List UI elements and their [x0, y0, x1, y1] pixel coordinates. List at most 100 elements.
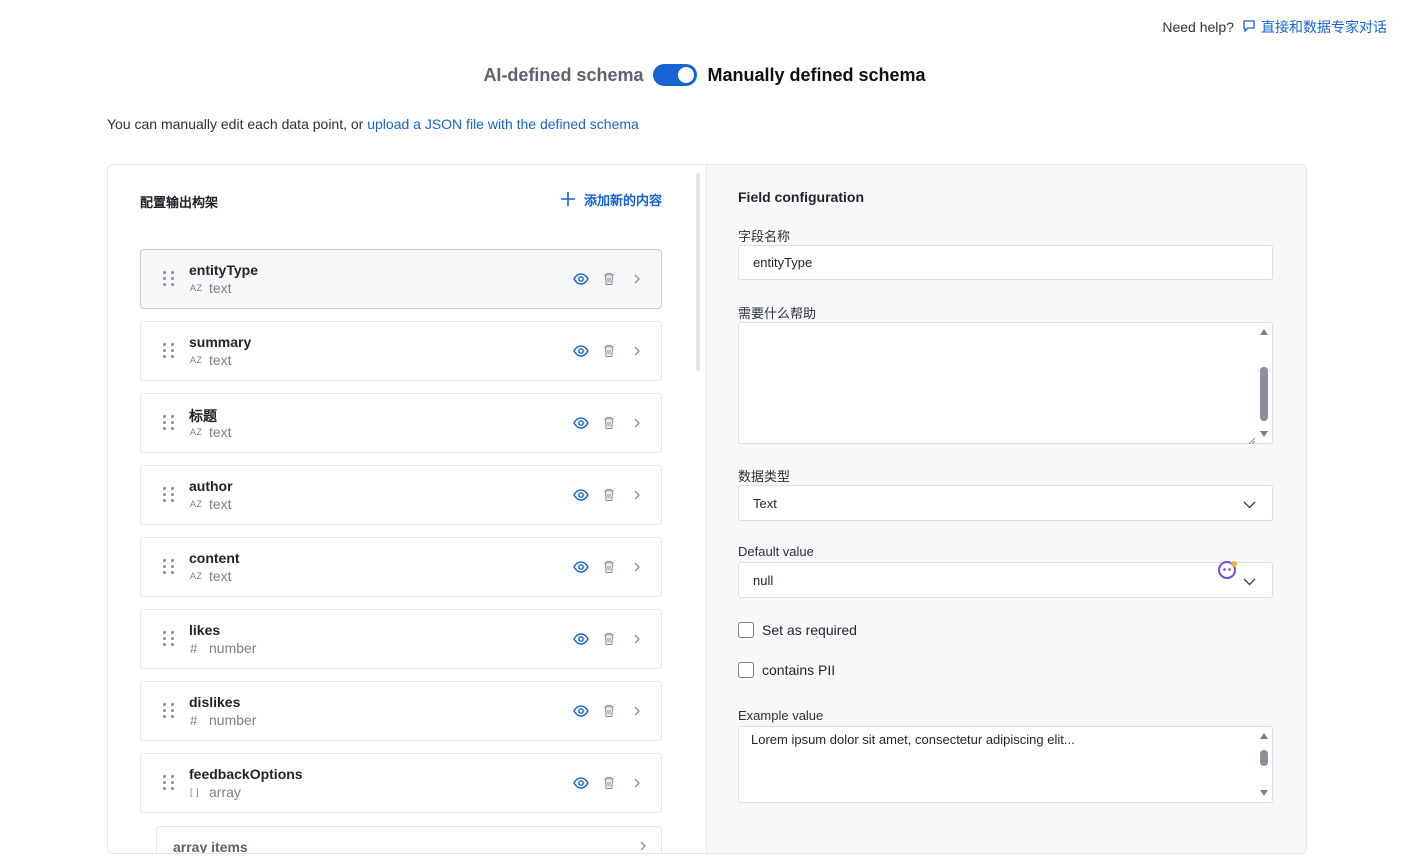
data-type-select[interactable]: Text [738, 485, 1273, 521]
chevron-right-icon[interactable] [629, 703, 645, 719]
drag-handle-icon[interactable] [163, 415, 175, 431]
field-name: content [189, 550, 240, 566]
scroll-up-icon[interactable] [1260, 733, 1268, 739]
eye-icon[interactable] [573, 487, 589, 503]
field-type-label: text [209, 352, 232, 368]
field-type-label: number [209, 712, 257, 728]
trash-icon[interactable] [601, 559, 617, 575]
field-type: AZ text [190, 280, 232, 296]
eye-icon[interactable] [573, 703, 589, 719]
required-label: Set as required [762, 622, 857, 638]
chevron-right-icon[interactable] [629, 271, 645, 287]
field-type-icon: AZ [190, 283, 203, 293]
ai-schema-label[interactable]: AI-defined schema [483, 65, 643, 86]
drag-handle-icon[interactable] [163, 487, 175, 503]
resize-handle-icon[interactable] [1248, 432, 1256, 445]
field-row[interactable]: summary AZ text [140, 321, 662, 381]
field-name-input[interactable]: entityType [738, 245, 1273, 280]
eye-icon[interactable] [573, 271, 589, 287]
required-checkbox-row[interactable]: Set as required [738, 622, 857, 638]
field-config-panel: Field configuration 字段名称 entityType 需要什么… [707, 165, 1306, 853]
trash-icon[interactable] [601, 415, 617, 431]
field-row[interactable]: entityType AZ text [140, 249, 662, 309]
trash-icon[interactable] [601, 775, 617, 791]
trash-icon[interactable] [601, 487, 617, 503]
add-field-button[interactable]: 添加新的内容 [560, 190, 662, 209]
pii-checkbox[interactable] [738, 662, 754, 678]
field-name: entityType [189, 262, 258, 278]
drag-handle-icon[interactable] [163, 343, 175, 359]
array-items-row[interactable]: array items [156, 826, 662, 853]
chevron-right-icon[interactable] [629, 487, 645, 503]
field-row[interactable]: content AZ text [140, 537, 662, 597]
default-value-select[interactable]: null [738, 562, 1273, 598]
trash-icon[interactable] [601, 631, 617, 647]
eye-icon[interactable] [573, 775, 589, 791]
chevron-right-icon[interactable] [629, 343, 645, 359]
pii-checkbox-row[interactable]: contains PII [738, 662, 835, 678]
field-type-icon: # [190, 712, 198, 728]
default-value-value: null [753, 572, 774, 588]
field-list: entityType AZ text summary AZ text 标题 AZ text aut… [140, 249, 662, 825]
drag-handle-icon[interactable] [163, 271, 175, 287]
chevron-right-icon [639, 839, 647, 853]
field-type: AZ text [190, 352, 232, 368]
manual-schema-label[interactable]: Manually defined schema [707, 65, 925, 86]
schema-mode-switch[interactable] [653, 64, 698, 86]
help-textarea-scrollbar[interactable] [1259, 329, 1269, 437]
eye-icon[interactable] [573, 559, 589, 575]
field-row[interactable]: 标题 AZ text [140, 393, 662, 453]
field-type: AZ text [190, 496, 232, 512]
field-actions [573, 487, 645, 503]
example-value-textarea[interactable]: Lorem ipsum dolor sit amet, consectetur … [738, 726, 1273, 803]
chevron-right-icon[interactable] [629, 415, 645, 431]
schema-toggle-row: AI-defined schema Manually defined schem… [0, 64, 1409, 86]
config-title: Field configuration [738, 189, 864, 205]
upload-json-link[interactable]: upload a JSON file with the defined sche… [367, 116, 639, 132]
chevron-right-icon[interactable] [629, 631, 645, 647]
field-row[interactable]: feedbackOptions [ ] array [140, 753, 662, 813]
schema-list-title: 配置输出构架 [140, 195, 219, 210]
field-actions [573, 271, 645, 287]
schema-panel: 配置输出构架 添加新的内容 entityType AZ text summary AZ t… [107, 164, 1307, 854]
trash-icon[interactable] [601, 343, 617, 359]
field-row[interactable]: likes # number [140, 609, 662, 669]
list-scrollbar[interactable] [696, 173, 700, 371]
field-type-label: text [209, 280, 232, 296]
scroll-thumb[interactable] [1260, 750, 1268, 766]
drag-handle-icon[interactable] [163, 559, 175, 575]
intro-copy: You can manually edit each data point, o… [107, 116, 368, 132]
field-type-icon: AZ [190, 427, 203, 437]
trash-icon[interactable] [601, 703, 617, 719]
talk-to-expert-link[interactable]: 直接和数据专家对话 [1242, 17, 1387, 37]
eye-icon[interactable] [573, 343, 589, 359]
required-checkbox[interactable] [738, 622, 754, 638]
example-textarea-scrollbar[interactable] [1259, 733, 1269, 796]
drag-handle-icon[interactable] [163, 631, 175, 647]
eye-icon[interactable] [573, 631, 589, 647]
field-type-label: text [209, 424, 232, 440]
scroll-up-icon[interactable] [1260, 329, 1268, 335]
talk-to-expert-label: 直接和数据专家对话 [1261, 19, 1387, 35]
field-type-label: text [209, 496, 232, 512]
chevron-right-icon[interactable] [629, 559, 645, 575]
data-type-label: 数据类型 [738, 469, 791, 484]
field-row[interactable]: dislikes # number [140, 681, 662, 741]
trash-icon[interactable] [601, 271, 617, 287]
help-textarea[interactable] [738, 322, 1273, 445]
field-actions [573, 415, 645, 431]
default-value-label: Default value [738, 544, 814, 559]
plus-icon [560, 191, 576, 208]
eye-icon[interactable] [573, 415, 589, 431]
drag-handle-icon[interactable] [163, 775, 175, 791]
scroll-thumb[interactable] [1260, 367, 1268, 421]
chevron-right-icon[interactable] [629, 775, 645, 791]
drag-handle-icon[interactable] [163, 703, 175, 719]
field-actions [573, 631, 645, 647]
help-text-label: 需要什么帮助 [738, 306, 817, 321]
scroll-down-icon[interactable] [1260, 790, 1268, 796]
ai-assistant-icon[interactable] [1217, 559, 1239, 581]
field-row[interactable]: author AZ text [140, 465, 662, 525]
field-actions [573, 559, 645, 575]
scroll-down-icon[interactable] [1260, 431, 1268, 437]
